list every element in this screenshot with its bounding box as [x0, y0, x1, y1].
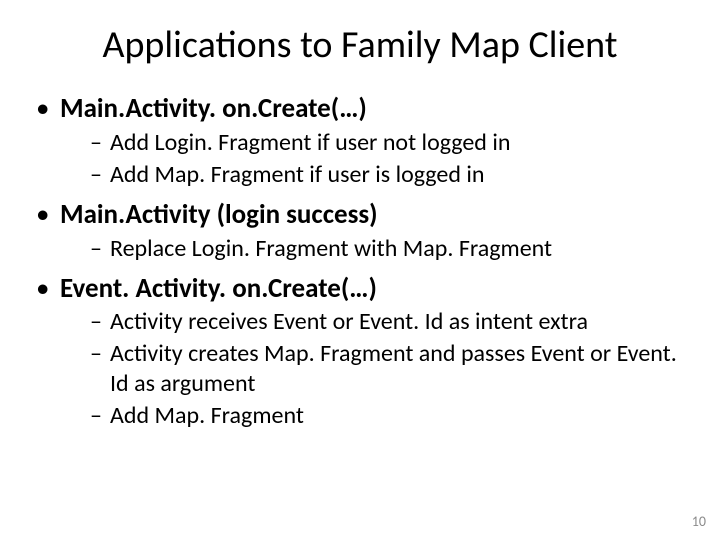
- sub-bullet-item: Add Map. Fragment: [90, 401, 684, 431]
- bullet-label: Main.Activity (login success): [60, 198, 378, 231]
- bullet-item: Main.Activity. on.Create(…) Add Login. F…: [36, 92, 684, 190]
- sub-bullet-item: Activity receives Event or Event. Id as …: [90, 307, 684, 337]
- sub-bullet-item: Replace Login. Fragment with Map. Fragme…: [90, 234, 684, 264]
- sub-bullet-list: Activity receives Event or Event. Id as …: [60, 307, 684, 431]
- sub-bullet-list: Replace Login. Fragment with Map. Fragme…: [60, 234, 684, 264]
- sub-bullet-item: Add Map. Fragment if user is logged in: [90, 160, 684, 190]
- page-number: 10: [692, 513, 706, 530]
- bullet-label: Event. Activity. on.Create(…): [60, 272, 377, 305]
- slide-title: Applications to Family Map Client: [0, 0, 720, 68]
- slide-body: Main.Activity. on.Create(…) Add Login. F…: [0, 68, 720, 431]
- bullet-item: Event. Activity. on.Create(…) Activity r…: [36, 272, 684, 432]
- sub-bullet-list: Add Login. Fragment if user not logged i…: [60, 128, 684, 190]
- sub-bullet-item: Activity creates Map. Fragment and passe…: [90, 339, 684, 399]
- bullet-label: Main.Activity. on.Create(…): [60, 92, 367, 125]
- slide: Applications to Family Map Client Main.A…: [0, 0, 720, 540]
- sub-bullet-item: Add Login. Fragment if user not logged i…: [90, 128, 684, 158]
- bullet-list: Main.Activity. on.Create(…) Add Login. F…: [36, 92, 684, 431]
- bullet-item: Main.Activity (login success) Replace Lo…: [36, 198, 684, 264]
